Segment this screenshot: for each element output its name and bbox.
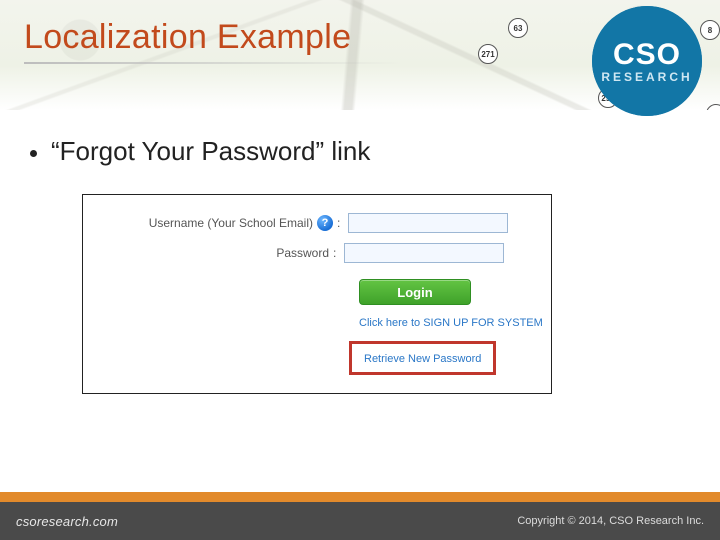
login-button[interactable]: Login — [359, 279, 471, 305]
signup-link[interactable]: Click here to SIGN UP FOR SYSTEM — [359, 317, 543, 329]
logo-main-text: CSO — [613, 38, 681, 72]
colon: : — [333, 246, 336, 260]
username-input[interactable] — [348, 213, 508, 233]
bullet-item: “Forgot Your Password” link — [30, 136, 370, 167]
help-icon[interactable]: ? — [317, 215, 333, 231]
footer-copyright: Copyright © 2014, CSO Research Inc. — [517, 515, 704, 527]
retrieve-password-highlight: Retrieve New Password — [349, 341, 496, 375]
footer-domain: csoresearch.com — [16, 514, 118, 529]
bullet-text: “Forgot Your Password” link — [51, 136, 370, 166]
bullet-dot-icon — [30, 150, 37, 157]
slide: 63 271 299 8 69 Localization Example CSO… — [0, 0, 720, 540]
route-shield-icon: 69 — [706, 104, 720, 110]
login-screenshot: Username (Your School Email) ? : Passwor… — [82, 194, 552, 394]
password-label: Password — [113, 246, 329, 260]
colon: : — [337, 216, 340, 230]
username-label: Username (Your School Email) — [113, 216, 313, 230]
username-row: Username (Your School Email) ? : — [113, 213, 508, 233]
password-input[interactable] — [344, 243, 504, 263]
title-underline — [24, 62, 404, 64]
slide-title: Localization Example — [24, 18, 351, 57]
retrieve-password-link[interactable]: Retrieve New Password — [364, 353, 481, 365]
route-shield-icon: 271 — [478, 44, 498, 64]
footer: csoresearch.com Copyright © 2014, CSO Re… — [0, 502, 720, 540]
footer-accent-bar — [0, 492, 720, 502]
cso-logo: CSO RESEARCH — [592, 6, 702, 116]
route-shield-icon: 8 — [700, 20, 720, 40]
password-row: Password : — [113, 243, 504, 263]
route-shield-icon: 63 — [508, 18, 528, 38]
logo-sub-text: RESEARCH — [601, 70, 692, 84]
